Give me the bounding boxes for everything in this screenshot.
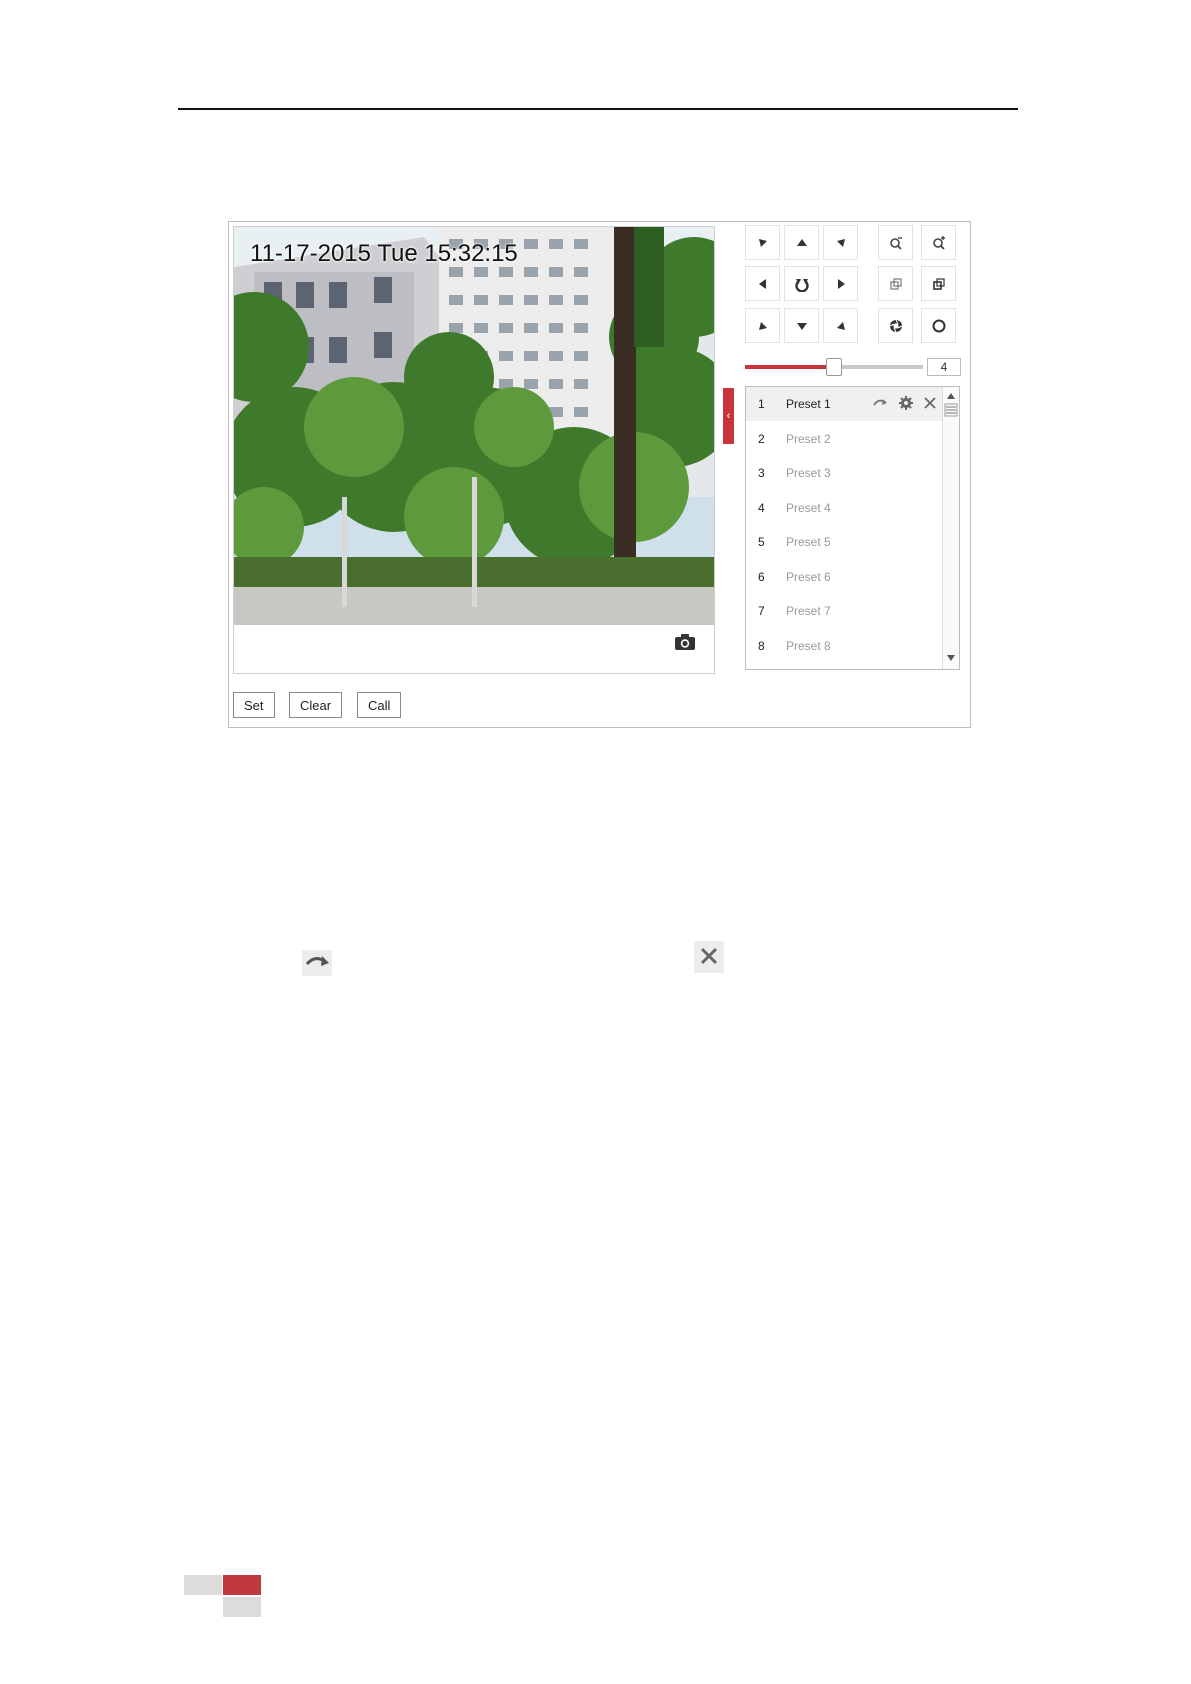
ptz-preset-panel: 11-17-2015 Tue 15:32:15 ‹ 4 1 Preset 1 2 Pr…: [228, 221, 971, 728]
call-icon[interactable]: [872, 395, 890, 413]
footer-block-gray-lower: [223, 1597, 261, 1617]
focus-far-icon: [932, 277, 945, 290]
pan-down-button[interactable]: [784, 308, 819, 343]
arrow-down-left-icon: [758, 321, 767, 330]
footer-block-gray: [184, 1575, 222, 1595]
arrow-down-right-icon: [836, 321, 845, 330]
preset-number: 1: [758, 397, 765, 411]
pan-down-right-button[interactable]: [823, 308, 858, 343]
preset-name: Preset 6: [786, 569, 831, 584]
preset-list: 1 Preset 1 2 Preset 2 3 Preset 3 4 Preset 4 5 Pre…: [745, 386, 960, 670]
speed-value: 4: [927, 358, 961, 376]
osd-timestamp: 11-17-2015 Tue 15:32:15: [250, 240, 518, 267]
pan-left-button[interactable]: [745, 266, 780, 301]
preset-row[interactable]: 2 Preset 2: [746, 422, 942, 456]
zoom-out-icon: [889, 236, 902, 250]
set-button[interactable]: Set: [233, 692, 275, 718]
preset-row[interactable]: 6 Preset 6: [746, 560, 942, 594]
speed-slider-fill: [745, 365, 834, 369]
arrow-right-icon: [837, 278, 845, 289]
iris-close-icon: [932, 319, 945, 332]
speed-slider[interactable]: [745, 358, 923, 376]
focus-far-button[interactable]: [921, 266, 956, 301]
iris-open-button[interactable]: [878, 308, 913, 343]
preset-name: Preset 8: [786, 638, 831, 653]
pan-down-left-button[interactable]: [745, 308, 780, 343]
gear-icon[interactable]: [898, 395, 916, 413]
preset-row[interactable]: 7 Preset 7: [746, 594, 942, 628]
preset-row[interactable]: 1 Preset 1: [746, 387, 942, 421]
delete-preset-icon: [694, 941, 724, 973]
preset-number: 8: [758, 638, 765, 653]
preset-row[interactable]: 3 Preset 3: [746, 456, 942, 490]
preset-row[interactable]: 8 Preset 8: [746, 629, 942, 663]
iris-open-icon: [889, 319, 902, 332]
preset-number: 2: [758, 431, 765, 446]
preset-name: Preset 2: [786, 431, 831, 446]
preset-name: Preset 4: [786, 500, 831, 515]
pan-up-button[interactable]: [784, 225, 819, 260]
focus-near-button[interactable]: [878, 266, 913, 301]
preset-row[interactable]: 4 Preset 4: [746, 491, 942, 525]
arrow-up-left-icon: [758, 238, 767, 247]
preset-actions: [872, 395, 942, 413]
preset-name: Preset 5: [786, 535, 831, 549]
pan-up-left-button[interactable]: [745, 225, 780, 260]
clear-button[interactable]: Clear: [289, 692, 343, 718]
arrow-down-icon: [796, 322, 807, 330]
live-view: 11-17-2015 Tue 15:32:15: [233, 226, 715, 674]
zoom-in-icon: [932, 235, 945, 250]
preset-number: 6: [758, 569, 765, 584]
auto-pan-button[interactable]: [784, 266, 819, 301]
pan-right-button[interactable]: [823, 266, 858, 301]
iris-close-button[interactable]: [921, 308, 956, 343]
preset-number: 5: [758, 535, 765, 549]
speed-slider-thumb[interactable]: [826, 358, 842, 376]
preset-number: 4: [758, 500, 765, 515]
arrow-up-right-icon: [836, 238, 845, 247]
preset-number: 7: [758, 604, 765, 618]
preset-name: Preset 1: [786, 397, 831, 411]
arrow-up-icon: [796, 238, 807, 246]
preset-number: 3: [758, 466, 765, 480]
footer-block-red: [223, 1575, 261, 1595]
preset-name: Preset 7: [786, 604, 831, 618]
preset-name: Preset 3: [786, 466, 831, 480]
camera-image: 11-17-2015 Tue 15:32:15: [234, 227, 714, 625]
call-preset-icon: [302, 950, 332, 976]
call-button[interactable]: Call: [357, 692, 402, 718]
pan-up-right-button[interactable]: [823, 225, 858, 260]
rotate-icon: [794, 278, 809, 292]
focus-near-icon: [889, 277, 902, 290]
camera-icon[interactable]: [674, 633, 696, 651]
preset-list-scrollbar[interactable]: [942, 387, 959, 669]
zoom-in-button[interactable]: [921, 225, 956, 260]
header-rule: [178, 108, 1018, 110]
preset-row[interactable]: 5 Preset 5: [746, 525, 942, 559]
zoom-out-button[interactable]: [878, 225, 913, 260]
close-icon[interactable]: [922, 395, 940, 413]
panel-collapse-tab[interactable]: ‹: [723, 388, 734, 444]
arrow-left-icon: [758, 278, 766, 289]
